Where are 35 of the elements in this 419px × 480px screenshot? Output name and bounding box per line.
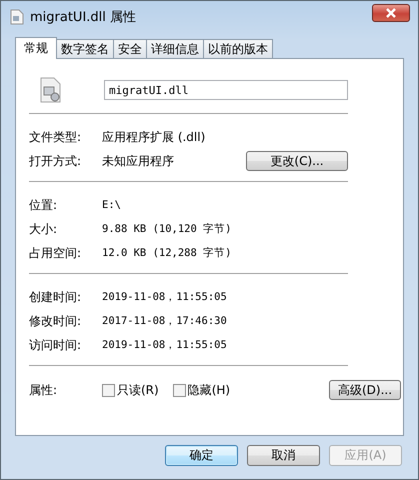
property-label: 访问时间:	[29, 336, 82, 354]
property-label: 修改时间:	[29, 312, 82, 330]
checkbox-label: 只读(R)	[117, 382, 159, 398]
property-value: 未知应用程序	[102, 152, 175, 170]
property-value: 2019-11-08，11:55:05	[102, 290, 228, 304]
tab[interactable]: 安全	[113, 39, 147, 58]
checkbox-label: 隐藏(H)	[188, 382, 230, 398]
property-value: 12.0 KB (12,288 字节)	[102, 246, 232, 260]
property-value: E:\	[102, 199, 122, 211]
file-name-field[interactable]: migratUI.dll	[104, 80, 348, 100]
property-label: 打开方式:	[29, 152, 82, 170]
property-label: 位置:	[29, 196, 58, 214]
tab[interactable]: 常规	[15, 37, 57, 59]
change-button[interactable]: 更改(C)...	[246, 151, 348, 171]
checkbox[interactable]	[172, 384, 186, 396]
tab[interactable]: 数字签名	[56, 39, 114, 58]
checkbox[interactable]	[102, 384, 115, 396]
close-button[interactable]	[372, 4, 410, 22]
dialog-button[interactable]: 取消	[247, 445, 320, 466]
advanced-button[interactable]: 高级(D)...	[329, 380, 401, 400]
property-value: 应用程序扩展 (.dll)	[102, 128, 206, 146]
property-label: 大小:	[29, 220, 58, 238]
property-value: 2017-11-08，17:46:30	[102, 314, 228, 328]
tab[interactable]: 以前的版本	[203, 39, 273, 58]
property-label: 占用空间:	[29, 244, 82, 262]
dialog-button[interactable]: 确定	[165, 445, 238, 466]
property-label: 创建时间:	[29, 288, 82, 306]
attributes-label: 属性:	[29, 382, 58, 398]
tab[interactable]: 详细信息	[146, 39, 204, 58]
close-icon	[385, 8, 397, 18]
property-label: 文件类型:	[29, 128, 82, 146]
window-title: migratUI.dll 属性	[30, 9, 138, 26]
property-value: 9.88 KB (10,120 字节)	[102, 222, 232, 236]
property-value: 2019-11-08，11:55:05	[102, 338, 228, 352]
file-icon	[10, 9, 24, 25]
